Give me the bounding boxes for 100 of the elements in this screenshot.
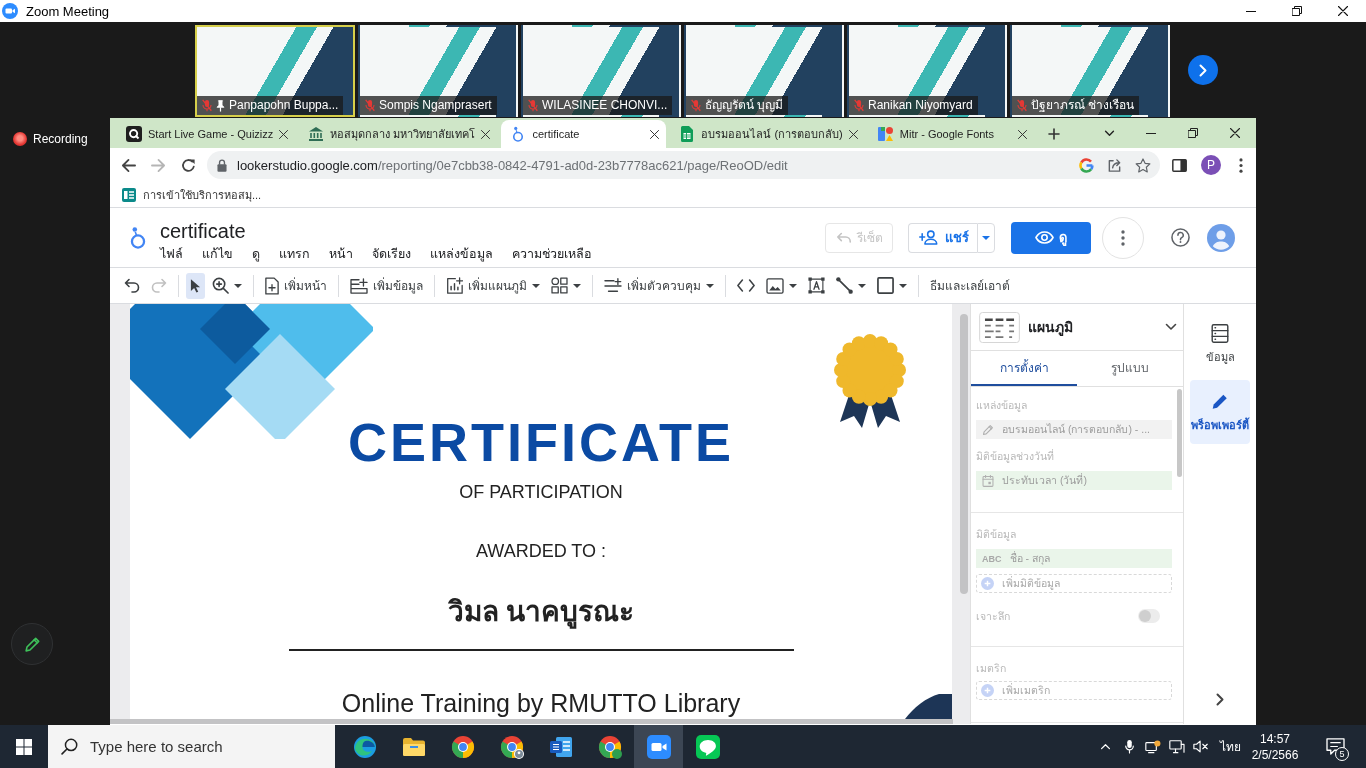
select-tool-button[interactable] bbox=[186, 272, 205, 299]
participant-name: WILASINEE CHONVI... bbox=[542, 98, 668, 113]
awarded-label: AWARDED TO : bbox=[476, 540, 606, 562]
recording-label: Recording bbox=[33, 132, 88, 146]
scrollbar-thumb[interactable] bbox=[1177, 389, 1182, 477]
browser-tab[interactable]: อบรมออนไลน์ (การตอบกลับ) bbox=[670, 120, 865, 148]
corner-shape-drawing bbox=[905, 694, 952, 719]
field-type-label: ABC bbox=[982, 553, 1002, 564]
share-button[interactable]: แชร์ bbox=[908, 222, 977, 253]
add-chart-button[interactable]: เพิ่มแผนภูมิ bbox=[442, 272, 544, 299]
side-panel-icon[interactable] bbox=[1172, 158, 1187, 172]
menu-item[interactable]: ความช่วยเหลือ bbox=[512, 245, 592, 263]
close-tab-icon[interactable] bbox=[650, 129, 660, 139]
video-camera-icon bbox=[646, 734, 671, 759]
add-page-icon bbox=[265, 276, 279, 295]
toggle-switch[interactable] bbox=[1138, 609, 1160, 623]
help-icon[interactable] bbox=[1171, 228, 1190, 247]
close-tab-icon[interactable] bbox=[481, 129, 491, 139]
browser-tab[interactable]: certificate bbox=[501, 120, 667, 148]
menu-item[interactable]: แทรก bbox=[279, 245, 310, 263]
calendar-icon bbox=[982, 474, 994, 487]
scrollbar-thumb[interactable] bbox=[960, 314, 968, 594]
menu-item[interactable]: จัดเรียง bbox=[372, 245, 411, 263]
menu-item[interactable]: แหล่งข้อมูล bbox=[430, 245, 493, 263]
participant-name: Ranikan Niyomyard bbox=[868, 98, 973, 113]
search-field[interactable]: Type here to search bbox=[48, 725, 335, 768]
taskbar-app-button[interactable] bbox=[634, 725, 683, 768]
star-icon[interactable] bbox=[1135, 157, 1151, 173]
rail-tab[interactable]: ข้อมูล bbox=[1190, 318, 1250, 372]
course-title: Online Training by RMUTTO Library bbox=[341, 689, 741, 717]
share-menu-button[interactable] bbox=[977, 222, 995, 253]
ring-square-icon bbox=[126, 126, 142, 142]
reload-icon[interactable] bbox=[180, 157, 196, 173]
browser-tab[interactable]: หอสมุดกลาง มหาวิทยาลัยเทคโ bbox=[299, 120, 498, 148]
menu-item[interactable]: แก้ไข bbox=[202, 245, 233, 263]
undo-icon bbox=[124, 278, 140, 293]
chevron-up-icon[interactable] bbox=[1099, 743, 1111, 750]
browser-tab[interactable]: Mitr - Google Fonts bbox=[868, 120, 1034, 148]
line-icon bbox=[836, 277, 853, 294]
add-control-button[interactable]: เพิ่มตัวควบคุม bbox=[600, 272, 718, 299]
menu-item[interactable]: หน้า bbox=[329, 245, 353, 263]
plus-circle-icon bbox=[981, 577, 994, 590]
undo-arrow-icon bbox=[835, 232, 852, 243]
close-tab-icon[interactable] bbox=[279, 129, 289, 139]
share-icon[interactable] bbox=[1107, 157, 1122, 173]
certificate-title: CERTIFICATE bbox=[348, 412, 734, 472]
section-label: แหล่งข้อมูล bbox=[976, 398, 1028, 412]
add-data-button[interactable]: เพิ่มข้อมูล bbox=[346, 272, 427, 299]
chevron-right-icon[interactable] bbox=[1216, 693, 1224, 706]
menu-item[interactable]: ไฟล์ bbox=[160, 245, 183, 263]
section-label: มิติข้อมูลช่วงวันที่ bbox=[976, 449, 1055, 463]
back-icon[interactable] bbox=[120, 157, 136, 173]
notifications-button[interactable]: 5 bbox=[1313, 725, 1357, 768]
certificate-subtitle: OF PARTICIPATION bbox=[459, 481, 623, 503]
browser-tab[interactable]: Start Live Game - Quizizz bbox=[117, 120, 296, 148]
close-icon bbox=[1230, 128, 1240, 138]
panel-tab[interactable]: การตั้งค่า bbox=[971, 351, 1077, 386]
theme-layout-button[interactable]: ธีมและเลย์เอาต์ bbox=[926, 272, 1014, 299]
panel-tab[interactable]: รูปแบบ bbox=[1077, 351, 1183, 386]
logo-icon bbox=[130, 226, 146, 249]
report-title[interactable]: certificate bbox=[160, 219, 592, 243]
add-page-button[interactable]: เพิ่มหน้า bbox=[261, 272, 331, 299]
g-logo-icon[interactable] bbox=[1079, 157, 1094, 173]
close-icon bbox=[1338, 6, 1348, 16]
form-icon bbox=[122, 187, 136, 202]
more-vert-icon bbox=[1121, 229, 1125, 246]
next-page-button[interactable] bbox=[1188, 55, 1218, 85]
profile-button[interactable]: P bbox=[1201, 155, 1221, 175]
speaker-muted-icon[interactable] bbox=[1193, 740, 1209, 753]
recording-dot-icon bbox=[13, 132, 27, 146]
address-field[interactable]: lookerstudio.google.com/reporting/0e7cbb38-0842-4791-ad0d-23b7778ac621/page/ReoOD/edit bbox=[207, 151, 1160, 179]
menu-icon[interactable] bbox=[1239, 157, 1243, 173]
microphone-icon[interactable] bbox=[1124, 739, 1134, 754]
close-tab-icon[interactable] bbox=[848, 129, 858, 139]
new-tab-icon[interactable] bbox=[1047, 128, 1060, 140]
scrollbar-thumb[interactable] bbox=[110, 719, 953, 724]
close-tab-icon[interactable] bbox=[1017, 129, 1027, 139]
bookmark-link[interactable]: การเข้าใช้บริการหอสมุ... bbox=[122, 185, 262, 204]
section-label: มิติข้อมูล bbox=[976, 527, 1017, 541]
tricolor-circle-icon bbox=[597, 734, 622, 759]
color-blocks-icon bbox=[877, 126, 894, 142]
notification-count: 5 bbox=[1335, 747, 1349, 761]
language-indicator[interactable]: ไทย bbox=[1213, 737, 1247, 756]
account-avatar-icon[interactable] bbox=[1207, 223, 1235, 252]
add-chart-icon bbox=[446, 277, 463, 294]
network-icon[interactable] bbox=[1169, 739, 1185, 754]
image-icon bbox=[766, 277, 784, 294]
rail-tab[interactable]: พร็อพเพอร์ตี้ bbox=[1190, 380, 1250, 444]
chevron-right-icon bbox=[1199, 63, 1207, 77]
recipient-name: วิมล นาคบูรณะ bbox=[447, 595, 635, 630]
folder-icon bbox=[401, 736, 426, 757]
minimize-icon bbox=[1146, 132, 1156, 134]
annotate-button[interactable] bbox=[11, 623, 53, 665]
menu-item[interactable]: ดู bbox=[252, 245, 260, 263]
eye-icon bbox=[1035, 231, 1054, 244]
view-button[interactable]: ดู bbox=[1011, 221, 1091, 254]
monitor-badge-icon[interactable] bbox=[1145, 739, 1161, 754]
pencil-icon bbox=[982, 423, 994, 436]
code-icon bbox=[737, 279, 755, 292]
chart-type-dropdown[interactable]: แผนภูมิ bbox=[979, 311, 1177, 343]
